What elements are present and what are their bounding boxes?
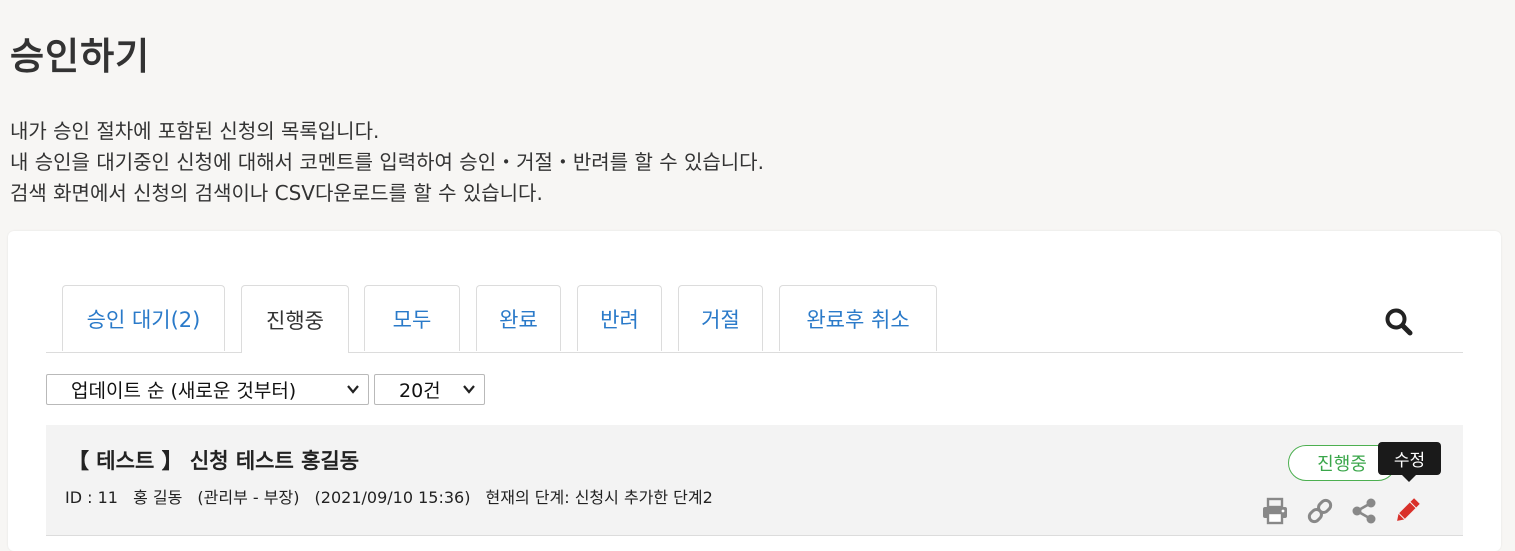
page-size-select[interactable]: 20건 [374,374,485,405]
sort-order-select[interactable]: 업데이트 순 (새로운 것부터) [46,374,369,405]
description-line-3: 검색 화면에서 신청의 검색이나 CSV다운로드를 할 수 있습니다. [10,181,543,205]
search-button[interactable] [1383,306,1415,338]
print-button[interactable] [1261,497,1289,525]
item-title[interactable]: 【 테스트 】 신청 테스트 홍길동 [68,445,359,475]
chevron-down-icon [463,385,475,394]
tab-completed[interactable]: 완료 [476,285,561,351]
tab-pending-approval[interactable]: 승인 대기(2) [62,285,225,351]
item-meta: ID : 11 홍 길동 (관리부 - 부장) (2021/09/10 15:3… [65,484,723,508]
page-size-value: 20건 [399,380,441,402]
item-department: (관리부 - 부장) [197,488,300,507]
list-item[interactable]: 【 테스트 】 신청 테스트 홍길동 ID : 11 홍 길동 (관리부 - 부… [46,425,1463,536]
edit-button[interactable] [1393,497,1421,525]
item-applicant: 홍 길동 [133,488,183,507]
search-icon [1385,308,1413,336]
tab-returned[interactable]: 반려 [577,285,662,351]
tab-all[interactable]: 모두 [364,285,460,351]
copy-link-button[interactable] [1306,497,1334,525]
item-datetime: (2021/09/10 15:36) [314,488,471,507]
status-tabs: 승인 대기(2) 진행중 모두 완료 반려 거절 완료후 취소 [46,285,1463,353]
edit-tooltip: 수정 [1378,442,1441,482]
tab-rejected[interactable]: 거절 [678,285,763,351]
chevron-down-icon [347,385,359,394]
description-line-1: 내가 승인 절차에 포함된 신청의 목록입니다. [10,119,380,143]
description-line-2: 내 승인을 대기중인 신청에 대해서 코멘트를 입력하여 승인・거절・반려를 할… [10,150,764,174]
edit-icon [1397,498,1420,521]
share-icon [1352,498,1376,524]
item-id: ID : 11 [65,488,118,507]
page-title: 승인하기 [10,35,151,78]
tab-in-progress[interactable]: 진행중 [241,285,349,353]
share-button[interactable] [1350,497,1378,525]
sort-order-value: 업데이트 순 (새로운 것부터) [71,380,297,402]
item-stage: 현재의 단계: 신청시 추가한 단계2 [485,488,713,507]
approval-list-panel: 승인 대기(2) 진행중 모두 완료 반려 거절 완료후 취소 업데이트 순 (… [8,231,1501,551]
page-description: 내가 승인 절차에 포함된 신청의 목록입니다. 내 승인을 대기중인 신청에 … [10,116,764,209]
print-icon [1263,497,1287,525]
link-icon [1307,498,1333,524]
tab-cancelled-after-completion[interactable]: 완료후 취소 [779,285,937,351]
